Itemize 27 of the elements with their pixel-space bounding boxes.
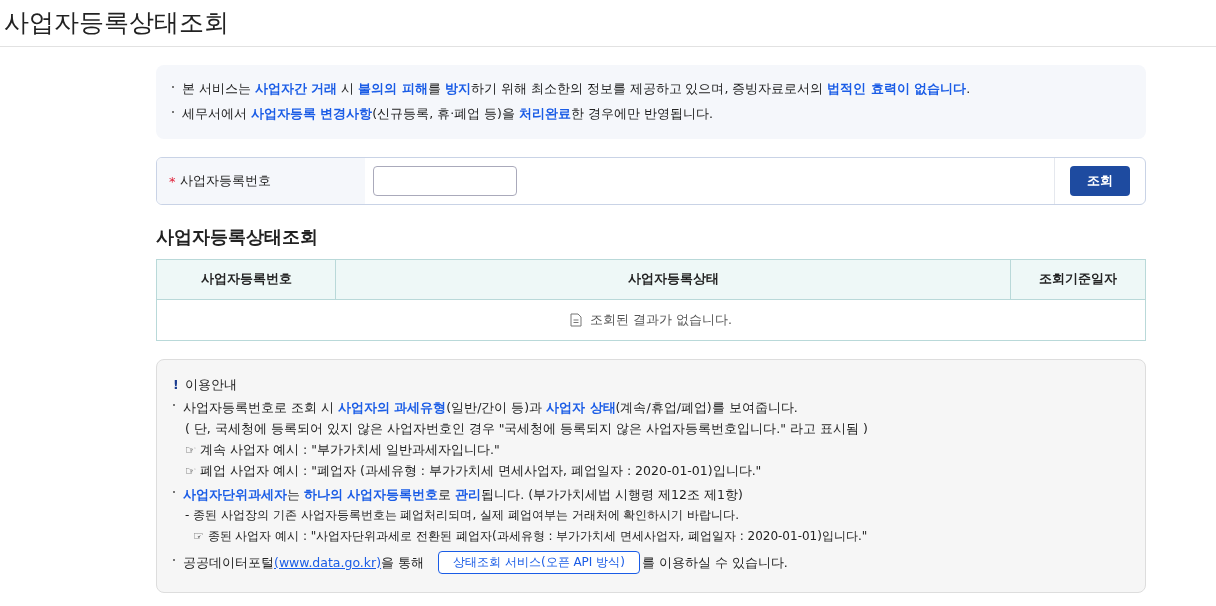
input-field[interactable] <box>373 166 517 196</box>
guide-line: ☞ 종된 사업자 예시 : "사업자단위과세로 전환된 폐업자(과세유형 : 부가가치세 면세사업자, 폐업일자 : 2020-01-01)입니다." <box>192 528 869 545</box>
empty-message: 조회된 결과가 없습니다. <box>590 311 732 329</box>
page-title: 사업자등록상태조회 <box>0 0 1216 47</box>
guide-text: 사업자등록번호로 조회 시 사업자의 과세유형(일반/간이 등)과 사업자 상태(계속/휴업/폐업)를 보여줍니다. <box>183 399 798 417</box>
guide-line: ☞ 폐업 사업자 예시 : "폐업자 (과세유형 : 부가가치세 면세사업자, 폐업일자 : 2020-01-01)입니다." <box>184 462 763 480</box>
notice-text: 본 서비스는 사업자간 거래 시 불의의 피해를 방지하기 위해 최소한의 정보를 제공하고 있으며, 증빙자료로서의 법적인 효력이 없습니다. <box>182 81 971 98</box>
guide-text: 공공데이터포털 <box>183 554 274 572</box>
exclamation-mark: ! <box>173 376 179 394</box>
field-label: 사업자등록번호 <box>179 172 271 190</box>
notice-text: 세무서에서 사업자등록 변경사항(신규등록, 휴·폐업 등)을 처리완료한 경우에만 반영됩니다. <box>182 106 713 123</box>
document-icon <box>570 313 583 327</box>
guide-text: 사업자단위과세자는 하나의 사업자등록번호로 관리됩니다. (부가가치세법 시행령 제12조 제1항) <box>183 486 743 504</box>
guide-text: 을 통해 <box>381 554 425 572</box>
guide-title: 이용안내 <box>184 376 237 394</box>
guide-line: ☞ 계속 사업자 예시 : "부가가치세 일반과세자입니다." <box>184 441 501 459</box>
portal-link[interactable]: (www.data.go.kr) <box>274 552 382 573</box>
section-title: 사업자등록상태조회 <box>156 225 319 249</box>
search-button[interactable]: 조회 <box>1070 166 1130 196</box>
guide-line: - 종된 사업장의 기존 사업자등록번호는 폐업처리되며, 실제 폐업여부는 거래처에 확인하시기 바랍니다. <box>184 507 741 524</box>
column-header: 조회기준일자 <box>1038 270 1118 288</box>
guide-text: 를 이용하실 수 있습니다. <box>641 554 788 572</box>
column-header: 사업자등록상태 <box>336 260 1011 299</box>
required-mark: * <box>169 173 176 189</box>
guide-line: ( 단, 국세청에 등록되어 있지 않은 사업자번호인 경우 "국세청에 등록되지 않은 사업자등록번호입니다." 라고 표시됨 ) <box>184 420 869 438</box>
api-service-button[interactable]: 상태조회 서비스(오픈 API 방식) <box>438 551 640 574</box>
column-header: 사업자등록번호 <box>157 260 336 299</box>
